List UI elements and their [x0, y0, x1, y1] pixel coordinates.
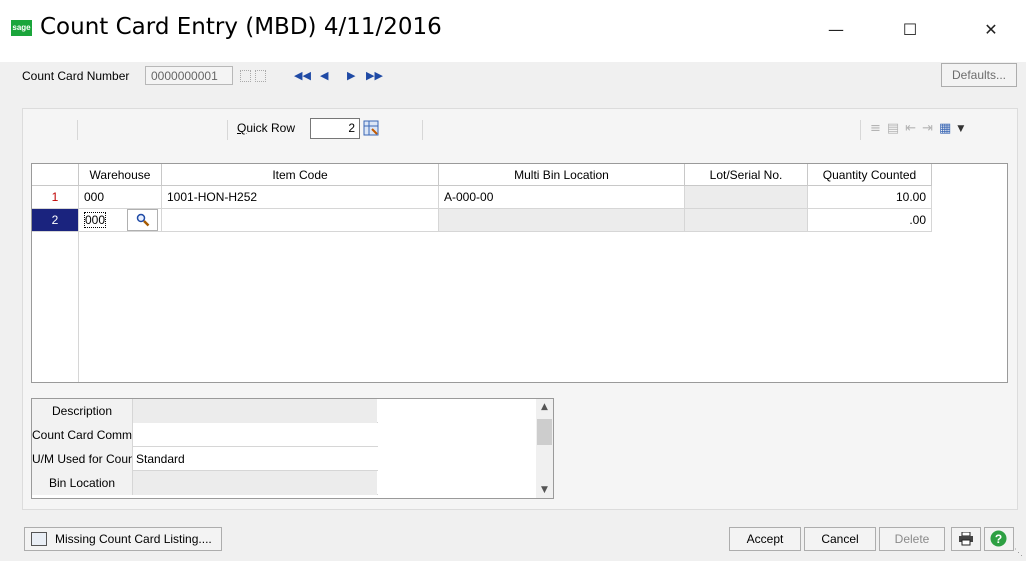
row-number[interactable]: 1 — [32, 186, 79, 209]
window-title: Count Card Entry (MBD) 4/11/2016 — [40, 14, 442, 40]
grid-tools: ≡ ▤ ⇤ ⇥ ▦ ▼ — [870, 121, 964, 137]
close-button[interactable]: ✕ — [968, 10, 1014, 50]
print-button[interactable] — [951, 527, 981, 551]
detail-label: Count Card Comment — [32, 423, 133, 447]
detail-label: U/M Used for Count — [32, 447, 133, 471]
column-header-warehouse[interactable]: Warehouse — [79, 164, 162, 186]
detail-label: Description — [32, 399, 133, 423]
warehouse-edit-field[interactable]: 000 — [84, 212, 107, 228]
quantity-cell[interactable]: 10.00 — [808, 186, 932, 209]
detail-value — [133, 399, 377, 423]
detail-row: U/M Used for Count Standard — [32, 447, 378, 471]
quick-row-label-rest: uick Row — [246, 121, 296, 135]
defaults-button[interactable]: Defaults... — [941, 63, 1017, 87]
item-code-cell[interactable]: 1001-HON-H252 — [162, 186, 439, 209]
detail-value[interactable]: Standard — [133, 447, 377, 471]
quantity-cell[interactable]: .00 — [808, 209, 932, 232]
lot-serial-cell — [685, 186, 808, 209]
column-header-multi-bin[interactable]: Multi Bin Location — [439, 164, 685, 186]
quick-row-goto-icon[interactable] — [363, 120, 379, 136]
warehouse-cell[interactable]: 000 — [79, 186, 162, 209]
first-record-icon[interactable]: ◀◀ — [294, 67, 311, 85]
scroll-up-icon[interactable]: ▲ — [536, 399, 553, 415]
maximize-button[interactable]: ☐ — [887, 10, 933, 50]
svg-text:?: ? — [995, 532, 1002, 546]
column-header-item-code[interactable]: Item Code — [162, 164, 439, 186]
printer-icon — [959, 532, 973, 546]
item-code-cell[interactable] — [162, 209, 439, 232]
multi-bin-cell[interactable]: A-000-00 — [439, 186, 685, 209]
toolbar-separator — [860, 120, 861, 140]
outdent-icon[interactable]: ⇥ — [922, 121, 933, 137]
row-number-selected[interactable]: 2 — [32, 209, 79, 232]
missing-count-card-listing-button[interactable]: Missing Count Card Listing.... — [24, 527, 222, 551]
previous-record-icon[interactable]: ◀ — [320, 67, 328, 85]
delete-row-icon[interactable]: ▤ — [887, 121, 899, 137]
lot-serial-cell — [685, 209, 808, 232]
missing-button-label: Missing Count Card Listing.... — [55, 532, 212, 546]
lookup-icon[interactable] — [240, 70, 251, 82]
help-icon: ? — [990, 530, 1007, 547]
count-card-grid: Warehouse Item Code Multi Bin Location L… — [31, 163, 1008, 383]
count-card-number-label: Count Card Number — [22, 69, 130, 83]
title-bar: sage Count Card Entry (MBD) 4/11/2016 — … — [0, 0, 1026, 62]
detail-value — [133, 471, 377, 495]
delete-button: Delete — [879, 527, 945, 551]
row-header-divider — [78, 232, 79, 382]
detail-row: Bin Location — [32, 471, 378, 495]
row-number-header — [32, 164, 79, 186]
detail-value[interactable] — [133, 423, 377, 447]
count-card-number-field[interactable]: 0000000001 — [145, 66, 233, 85]
warehouse-lookup-button[interactable] — [127, 209, 158, 231]
printer-list-icon — [31, 532, 47, 546]
column-header-lot-serial[interactable]: Lot/Serial No. — [685, 164, 808, 186]
scroll-thumb[interactable] — [537, 419, 552, 445]
detail-label: Bin Location — [32, 471, 133, 495]
scroll-down-icon[interactable]: ▼ — [536, 482, 553, 498]
detail-row: Count Card Comment — [32, 423, 378, 447]
quick-row-label: Quick Row — [237, 121, 296, 135]
new-record-icon[interactable] — [255, 70, 266, 82]
magnifier-icon — [136, 213, 150, 227]
resize-grip-icon[interactable]: ⋱ — [1014, 547, 1023, 558]
column-header-quantity[interactable]: Quantity Counted — [808, 164, 932, 186]
cancel-button[interactable]: Cancel — [804, 527, 876, 551]
sage-logo-icon: sage — [11, 20, 32, 36]
details-scrollbar[interactable]: ▲ ▼ — [536, 399, 553, 498]
toolbar-separator — [77, 120, 78, 140]
quick-row-input[interactable]: 2 — [310, 118, 360, 139]
count-card-lookup-icons — [240, 66, 266, 86]
minimize-button[interactable]: — — [813, 10, 859, 50]
toolbar-separator — [227, 120, 228, 140]
multi-bin-cell — [439, 209, 685, 232]
toolbar-separator — [422, 120, 423, 140]
accept-button[interactable]: Accept — [729, 527, 801, 551]
customize-grid-icon[interactable]: ▦ — [939, 121, 951, 137]
next-record-icon[interactable]: ▶ — [347, 67, 355, 85]
detail-row: Description — [32, 399, 378, 423]
indent-icon[interactable]: ⇤ — [905, 121, 916, 137]
last-record-icon[interactable]: ▶▶ — [366, 67, 383, 85]
dropdown-arrow-icon[interactable]: ▼ — [957, 121, 964, 137]
grid-toolbar — [22, 112, 1018, 148]
insert-row-icon[interactable]: ≡ — [870, 121, 881, 137]
details-panel: Description Count Card Comment U/M Used … — [31, 398, 554, 499]
help-button[interactable]: ? — [984, 527, 1014, 551]
